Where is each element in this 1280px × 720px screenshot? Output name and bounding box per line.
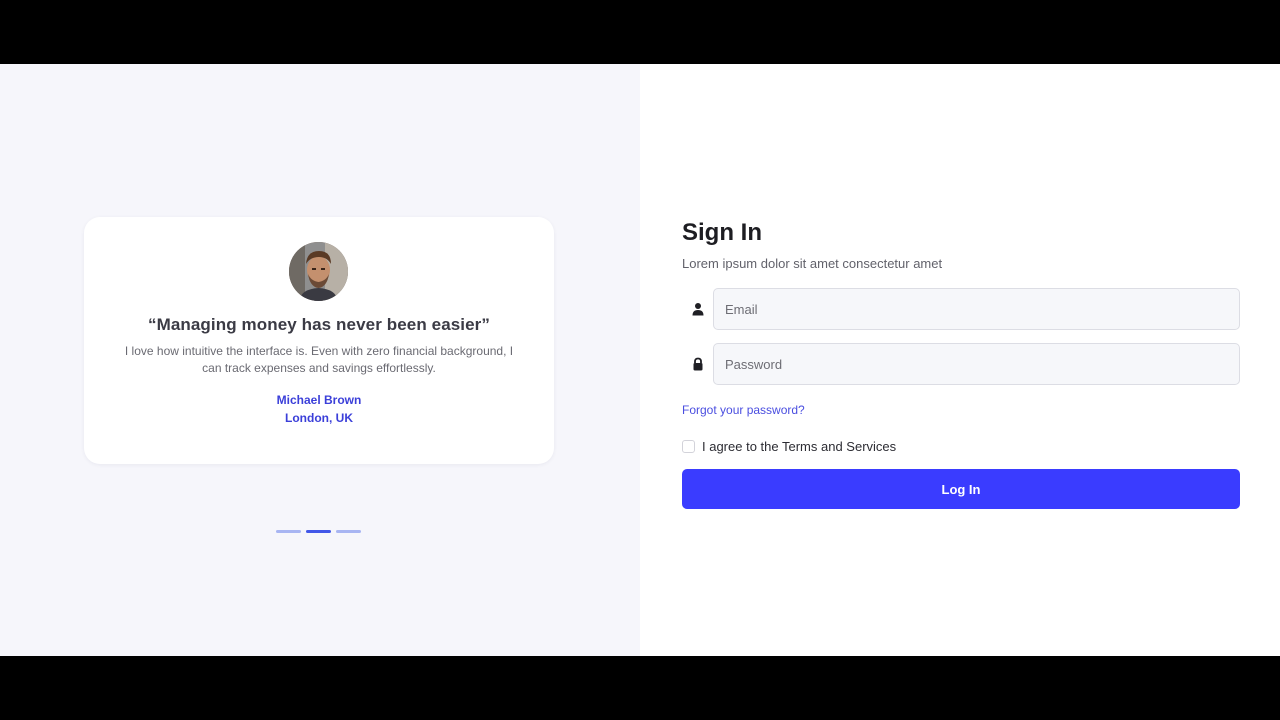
login-page: “Managing money has never been easier” I… [0, 64, 1280, 656]
carousel-dot-active[interactable] [306, 530, 331, 533]
testimonial-card: “Managing money has never been easier” I… [84, 217, 554, 464]
letterbox-top [0, 0, 1280, 64]
terms-row: I agree to the Terms and Services [682, 438, 1240, 454]
letterbox-bottom [0, 656, 1280, 720]
testimonial-author-name: Michael Brown [276, 393, 362, 407]
terms-checkbox[interactable] [682, 439, 695, 453]
user-icon [682, 288, 713, 330]
avatar [289, 242, 348, 301]
carousel-dot[interactable] [276, 530, 301, 533]
forgot-password-link[interactable]: Forgot your password? [682, 403, 805, 417]
testimonial-quote-body: I love how intuitive the interface is. E… [124, 344, 514, 375]
carousel-dot[interactable] [336, 530, 361, 533]
lock-icon [682, 343, 713, 385]
terms-label[interactable]: I agree to the Terms and Services [702, 439, 896, 454]
page-subtitle: Lorem ipsum dolor sit amet consectetur a… [682, 256, 943, 271]
carousel-dots [276, 530, 361, 533]
avatar-portrait-icon [289, 242, 348, 301]
testimonial-quote-title: “Managing money has never been easier” [147, 315, 491, 334]
email-row [682, 288, 1240, 330]
signin-panel: Sign In Lorem ipsum dolor sit amet conse… [640, 64, 1280, 656]
password-field[interactable] [713, 343, 1240, 385]
password-row [682, 343, 1240, 385]
testimonial-author-location: London, UK [285, 411, 353, 425]
email-field[interactable] [713, 288, 1240, 330]
signin-form: Sign In Lorem ipsum dolor sit amet conse… [682, 219, 1240, 509]
page-title: Sign In [682, 219, 762, 246]
login-button[interactable]: Log In [682, 469, 1240, 509]
testimonial-panel: “Managing money has never been easier” I… [0, 64, 640, 656]
